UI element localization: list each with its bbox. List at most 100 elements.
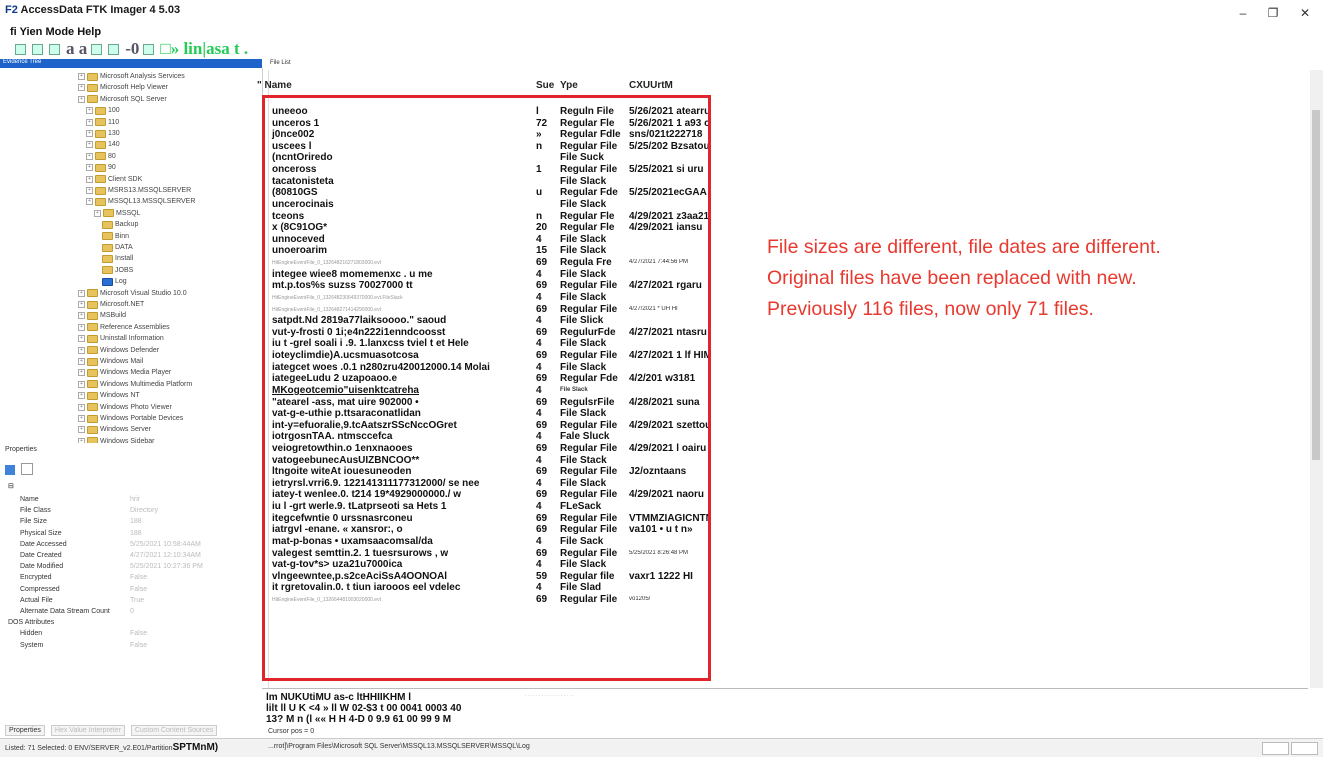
expand-icon[interactable]: + <box>86 118 93 126</box>
tree-item[interactable]: + MSSQL <box>94 209 141 218</box>
sort-alpha-icon[interactable] <box>21 463 34 475</box>
expand-icon[interactable]: + <box>78 358 85 365</box>
tree-item[interactable]: + Windows Multimedia Platform <box>78 380 192 389</box>
tree-item[interactable]: Log <box>102 277 127 286</box>
tree-item[interactable]: + Microsoft Visual Studio 10.0 <box>78 289 187 298</box>
tree-item[interactable]: + MSBuild <box>78 311 126 320</box>
tree-item[interactable]: + MSSQL13.MSSQLSERVER <box>86 197 195 206</box>
toolbar-text-c[interactable]: □» lin|asa t . <box>160 39 248 59</box>
expand-icon[interactable]: + <box>86 187 93 194</box>
expand-icon[interactable]: + <box>78 289 85 297</box>
tree-item[interactable]: + MSRS13.MSSQLSERVER <box>86 186 191 195</box>
toolbar-text-a[interactable]: a a <box>66 39 87 59</box>
property-value: 188 <box>130 518 142 526</box>
expand-icon[interactable]: + <box>78 73 85 80</box>
tree-item[interactable]: + Uninstall Information <box>78 334 164 343</box>
tree-item[interactable]: + Microsoft.NET <box>78 300 144 309</box>
expand-icon[interactable]: + <box>78 346 85 354</box>
expand-icon[interactable]: + <box>86 107 93 115</box>
tree-item[interactable]: + Windows Portable Devices <box>78 414 183 423</box>
tree-item[interactable]: + Reference Assemblies <box>78 323 170 332</box>
expand-icon[interactable]: + <box>78 84 85 92</box>
tree-item-label: Windows Mail <box>100 358 144 365</box>
minimize-button[interactable]: – <box>1232 6 1254 22</box>
expand-icon[interactable]: + <box>86 152 93 160</box>
tree-item[interactable]: +80 <box>86 152 116 161</box>
tree-item[interactable]: Binn <box>102 232 129 241</box>
expand-icon[interactable]: + <box>86 198 93 206</box>
menu-bar[interactable]: fi Yien Mode Help <box>10 26 101 38</box>
tree-item[interactable]: Backup <box>102 220 138 229</box>
status-path: ...rrot]\Program Files\Microsoft SQL Ser… <box>268 743 530 750</box>
evidence-tree: + Microsoft Analysis Services + Microsoft H… <box>0 68 263 443</box>
expand-icon[interactable]: + <box>78 403 85 411</box>
tree-item[interactable]: + Windows Mail <box>78 357 143 366</box>
expand-icon[interactable]: + <box>86 175 93 183</box>
tree-item[interactable]: +140 <box>86 140 120 149</box>
tree-item[interactable]: JOBS <box>102 266 133 275</box>
folder-icon <box>87 334 98 343</box>
tree-item[interactable]: + Windows Photo Viewer <box>78 403 172 412</box>
tree-item-label: Log <box>115 278 127 286</box>
expand-icon[interactable]: + <box>94 209 101 217</box>
properties-group-icon[interactable]: ⊟ <box>8 482 14 490</box>
image-mounting-icon[interactable] <box>49 43 60 55</box>
tree-item[interactable]: + Microsoft Help Viewer <box>78 83 168 92</box>
tree-item[interactable]: +130 <box>86 129 120 138</box>
expand-icon[interactable]: + <box>86 141 93 149</box>
properties-tab[interactable]: Custom Content Sources <box>130 725 218 736</box>
tree-item[interactable]: + Windows Sidebar <box>78 437 154 443</box>
expand-icon[interactable]: + <box>78 426 85 434</box>
expand-icon[interactable]: + <box>78 335 85 343</box>
remove-evidence-icon[interactable] <box>91 43 103 55</box>
column-header-date[interactable]: CXUUrtM <box>629 80 673 91</box>
create-image-icon[interactable] <box>108 43 120 55</box>
expand-icon[interactable]: + <box>78 392 85 400</box>
tree-item[interactable]: + Windows Media Player <box>78 368 171 377</box>
expand-icon[interactable]: + <box>86 164 93 172</box>
tree-item[interactable]: + Microsoft SQL Server <box>78 95 167 104</box>
column-header-name[interactable]: " Name <box>257 80 292 91</box>
properties-tab[interactable]: Hex Value Interpreter <box>50 725 125 736</box>
column-header-size[interactable]: Sue <box>536 80 554 91</box>
expand-icon[interactable]: + <box>78 323 85 331</box>
folder-icon <box>87 300 98 309</box>
tree-item[interactable]: +90 <box>86 163 116 172</box>
expand-icon[interactable]: + <box>78 415 85 422</box>
tree-item-label: 140 <box>108 141 120 149</box>
expand-icon[interactable]: + <box>78 301 85 308</box>
maximize-button[interactable]: ❐ <box>1262 6 1284 22</box>
expand-icon[interactable]: + <box>86 130 93 137</box>
column-header-type[interactable]: Ype <box>560 80 578 91</box>
sort-category-icon[interactable] <box>5 465 15 475</box>
folder-icon <box>102 232 113 241</box>
expand-icon[interactable]: + <box>78 437 85 443</box>
tree-item[interactable]: DATA <box>102 243 133 252</box>
expand-icon[interactable]: + <box>78 369 85 377</box>
expand-icon[interactable]: + <box>78 380 85 388</box>
tree-item-label: DATA <box>115 244 133 251</box>
scrollbar-thumb[interactable] <box>1312 110 1320 460</box>
tree-item[interactable]: + Client SDK <box>86 175 142 184</box>
tree-item[interactable]: +110 <box>86 118 119 127</box>
close-button[interactable]: ✕ <box>1294 6 1316 22</box>
property-value: 4/27/2021 12:10:34AM <box>130 552 201 559</box>
add-evidence-icon[interactable] <box>15 43 26 55</box>
folder-icon <box>95 175 106 184</box>
export-files-icon[interactable] <box>143 43 155 55</box>
property-value: hrir <box>130 496 141 503</box>
tree-item[interactable]: + Microsoft Analysis Services <box>78 72 185 81</box>
folder-icon <box>95 106 106 115</box>
tree-item-label: 90 <box>108 164 116 172</box>
expand-icon[interactable]: + <box>78 312 85 320</box>
tree-item-label: Windows NT <box>100 392 140 400</box>
tree-item[interactable]: + Windows NT <box>78 391 140 400</box>
tree-item[interactable]: + Windows Defender <box>78 346 159 355</box>
tree-item[interactable]: Install <box>102 254 133 263</box>
add-all-evidence-icon[interactable] <box>32 43 43 55</box>
properties-tab[interactable]: Properties <box>5 725 45 736</box>
toolbar-text-b[interactable]: -0 <box>125 39 139 59</box>
expand-icon[interactable]: + <box>78 95 85 103</box>
tree-item[interactable]: +100 <box>86 106 120 115</box>
tree-item[interactable]: + Windows Server <box>78 425 151 434</box>
